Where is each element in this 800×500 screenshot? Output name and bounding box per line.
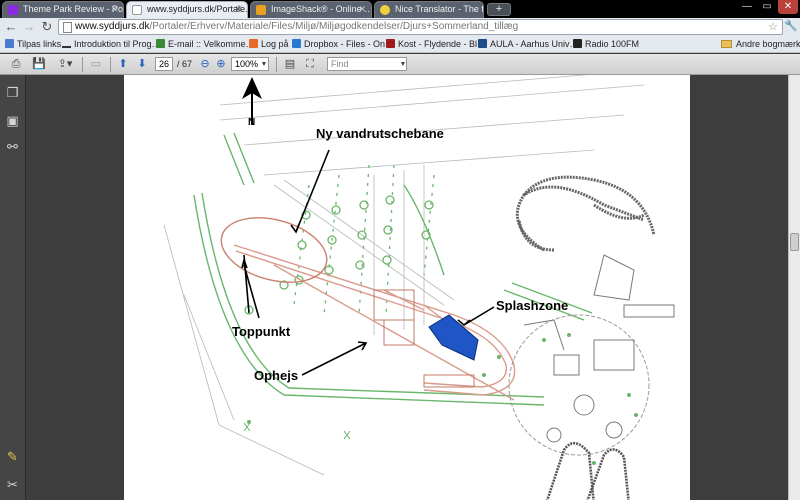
site-plan-drawing: N Ny vandrutschebane Splashzone Toppunkt… [163, 75, 675, 500]
m-logo-icon [386, 39, 395, 48]
attachments-binoculars-icon[interactable]: ⚯ [5, 139, 20, 154]
close-tab-icon[interactable]: ✕ [358, 2, 366, 17]
print-icon[interactable]: ⎙ [8, 57, 24, 72]
bookmark-star-icon[interactable]: ☆ [768, 20, 778, 34]
url-host: www.syddjurs.dk [75, 21, 150, 32]
maximize-icon[interactable]: ▭ [758, 0, 776, 14]
find-input[interactable] [327, 57, 407, 71]
bookmarks-bar: Tilpas links Introduktion til Prog… E-ma… [0, 36, 800, 53]
close-tab-icon[interactable]: ✕ [110, 2, 118, 17]
bookmark-label: Log på [261, 39, 289, 49]
page-number-input[interactable] [155, 57, 173, 71]
bookmark-label: E-mail :: Velkomme… [168, 39, 255, 49]
zoom-value: 100% [235, 59, 259, 69]
pdf-toolbar: ⎙ 💾 ⇪▾ ▭ ⬆ ⬇ / 67 ⊖ ⊕ 100% ▼ ▤ ⛶ ▼ [0, 54, 800, 75]
aula-icon [478, 39, 487, 48]
minimize-icon[interactable]: — [738, 0, 756, 14]
bookmark-introduktion[interactable]: Introduktion til Prog… [62, 36, 161, 52]
zoom-in-icon[interactable]: ⊕ [214, 57, 228, 72]
pdf-page: N Ny vandrutschebane Splashzone Toppunkt… [124, 75, 690, 500]
bookmark-label: Tilpas links [17, 39, 62, 49]
label-new-coaster: Ny vandrutschebane [316, 126, 444, 141]
navigation-panel: ❐ ▣ ⚯ ✎ ✂ [0, 75, 26, 500]
bookmark-email[interactable]: E-mail :: Velkomme… [156, 36, 255, 52]
tab-syddjurs[interactable]: www.syddjurs.dk/Portale… ✕ [126, 1, 248, 18]
toolbar-divider [82, 57, 83, 72]
other-bookmarks-label: Andre bogmærker [736, 39, 800, 49]
translator-favicon-icon [380, 5, 390, 15]
label-top-point: Toppunkt [232, 324, 291, 339]
tab-theme-park-review[interactable]: Theme Park Review - Pos… ✕ [2, 1, 124, 18]
comment-icon[interactable]: ▭ [88, 57, 104, 72]
tab-nice-translator[interactable]: Nice Translator - The fast… [374, 1, 484, 18]
folder-icon [721, 40, 732, 48]
bookmark-label: Radio 100FM [585, 39, 640, 49]
tab-strip: Theme Park Review - Pos… ✕ www.syddjurs.… [0, 0, 800, 18]
vertical-scrollbar[interactable] [788, 75, 800, 500]
other-bookmarks[interactable]: Andre bogmærker [721, 36, 800, 52]
dropbox-icon [292, 39, 301, 48]
label-lift: Ophejs [254, 368, 298, 383]
chevron-down-icon[interactable]: ▼ [259, 57, 269, 72]
coaster-track [515, 175, 656, 252]
reload-icon[interactable]: ↻ [39, 19, 55, 35]
bookmark-log-paa[interactable]: Log på [249, 36, 289, 52]
curve-icon [62, 39, 71, 48]
tab-title: Nice Translator - The fast… [395, 4, 484, 14]
close-tab-icon[interactable]: ✕ [234, 2, 242, 17]
page-total: / 67 [177, 59, 193, 69]
attraction-area [508, 254, 675, 456]
forward-arrow-icon[interactable]: → [21, 19, 37, 35]
bookmark-tilpas-links[interactable]: Tilpas links [5, 36, 61, 52]
bookmark-aula[interactable]: AULA - Aarhus Univ… [478, 36, 579, 52]
page-thumbnails-icon[interactable]: ❐ [5, 85, 20, 100]
previous-page-icon[interactable]: ⬆ [115, 57, 131, 72]
plan-symbols [243, 422, 351, 440]
bookmark-kost[interactable]: Kost - Flydende - Bl… [386, 36, 486, 52]
bookmarks-panel-icon[interactable]: ▣ [5, 113, 20, 128]
apps-grid-icon [5, 39, 14, 48]
tab-title: Theme Park Review - Pos… [23, 4, 124, 14]
north-label: N [248, 117, 255, 128]
facebook-icon [249, 39, 258, 48]
close-window-icon[interactable]: ✕ [778, 0, 798, 14]
share-icon[interactable]: ⇪▾ [54, 57, 76, 72]
zoom-out-icon[interactable]: ⊖ [198, 57, 212, 72]
label-splashzone: Splashzone [496, 298, 568, 313]
fit-page-icon[interactable]: ⛶ [302, 57, 318, 72]
tab-title: ImageShack® - Online … [271, 4, 372, 14]
email-icon [156, 39, 165, 48]
url-path: /Portaler/Erhverv/Materiale/Files/Miljø/… [149, 21, 519, 32]
back-arrow-icon[interactable]: ← [3, 19, 19, 35]
comments-icon[interactable]: ✎ [5, 449, 20, 464]
bookmark-label: Kost - Flydende - Bl… [398, 39, 487, 49]
toolbar-divider [110, 57, 111, 72]
tab-title: www.syddjurs.dk/Portale… [147, 4, 248, 14]
scrollbar-thumb[interactable] [790, 233, 799, 251]
page-favicon-icon [132, 5, 142, 15]
navigation-bar: ← → ↻ www.syddjurs.dk/Portaler/Erhverv/M… [0, 18, 800, 36]
tab-imageshack[interactable]: ImageShack® - Online … ✕ [250, 1, 372, 18]
toolbar-divider [276, 57, 277, 72]
wrench-menu-icon[interactable]: 🔧 [784, 19, 798, 33]
bookmark-dropbox[interactable]: Dropbox - Files - On… [292, 36, 394, 52]
fit-width-icon[interactable]: ▤ [282, 57, 298, 72]
save-icon[interactable]: 💾 [31, 57, 47, 72]
new-tab-button[interactable]: + [487, 3, 511, 16]
bookmark-label: Introduktion til Prog… [74, 39, 161, 49]
bookmark-label: AULA - Aarhus Univ… [490, 39, 579, 49]
paperclip-icon[interactable]: ✂ [5, 477, 20, 492]
bookmark-label: Dropbox - Files - On… [304, 39, 395, 49]
page-icon [63, 22, 72, 33]
imageshack-favicon-icon [256, 5, 266, 15]
next-page-icon[interactable]: ⬇ [134, 57, 150, 72]
theme-park-favicon-icon [8, 5, 18, 15]
address-bar[interactable]: www.syddjurs.dk/Portaler/Erhverv/Materia… [58, 19, 783, 35]
address-url: www.syddjurs.dk/Portaler/Erhverv/Materia… [75, 20, 518, 34]
find-options-chevron-icon[interactable]: ▼ [398, 57, 408, 72]
radio-icon [573, 39, 582, 48]
bookmark-radio100fm[interactable]: Radio 100FM [573, 36, 639, 52]
